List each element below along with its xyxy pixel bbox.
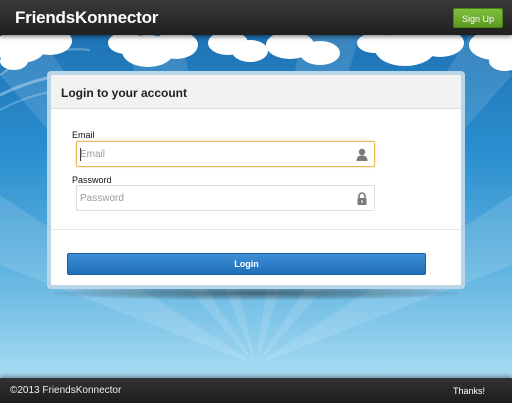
- copyright-text: ©2013 FriendsKonnector: [10, 385, 122, 396]
- login-card: Login to your account Email Password Log…: [47, 71, 465, 289]
- login-card-header: Login to your account: [51, 75, 461, 109]
- email-label: Email: [72, 130, 95, 140]
- signup-button[interactable]: Sign Up: [453, 8, 503, 28]
- form-divider: [51, 229, 461, 230]
- password-field[interactable]: [76, 185, 375, 211]
- password-label: Password: [72, 175, 112, 185]
- thanks-link[interactable]: Thanks!: [453, 386, 485, 396]
- brand-logo[interactable]: FriendsKonnector: [15, 8, 158, 28]
- top-navbar: FriendsKonnector Sign Up: [0, 0, 512, 35]
- email-field[interactable]: [76, 141, 375, 167]
- login-title: Login to your account: [61, 86, 187, 100]
- lock-icon: [357, 192, 367, 205]
- user-icon: [356, 148, 368, 161]
- email-input[interactable]: [80, 145, 350, 163]
- password-input[interactable]: [80, 189, 350, 207]
- footer: ©2013 FriendsKonnector Thanks!: [0, 378, 512, 403]
- login-button[interactable]: Login: [67, 253, 426, 275]
